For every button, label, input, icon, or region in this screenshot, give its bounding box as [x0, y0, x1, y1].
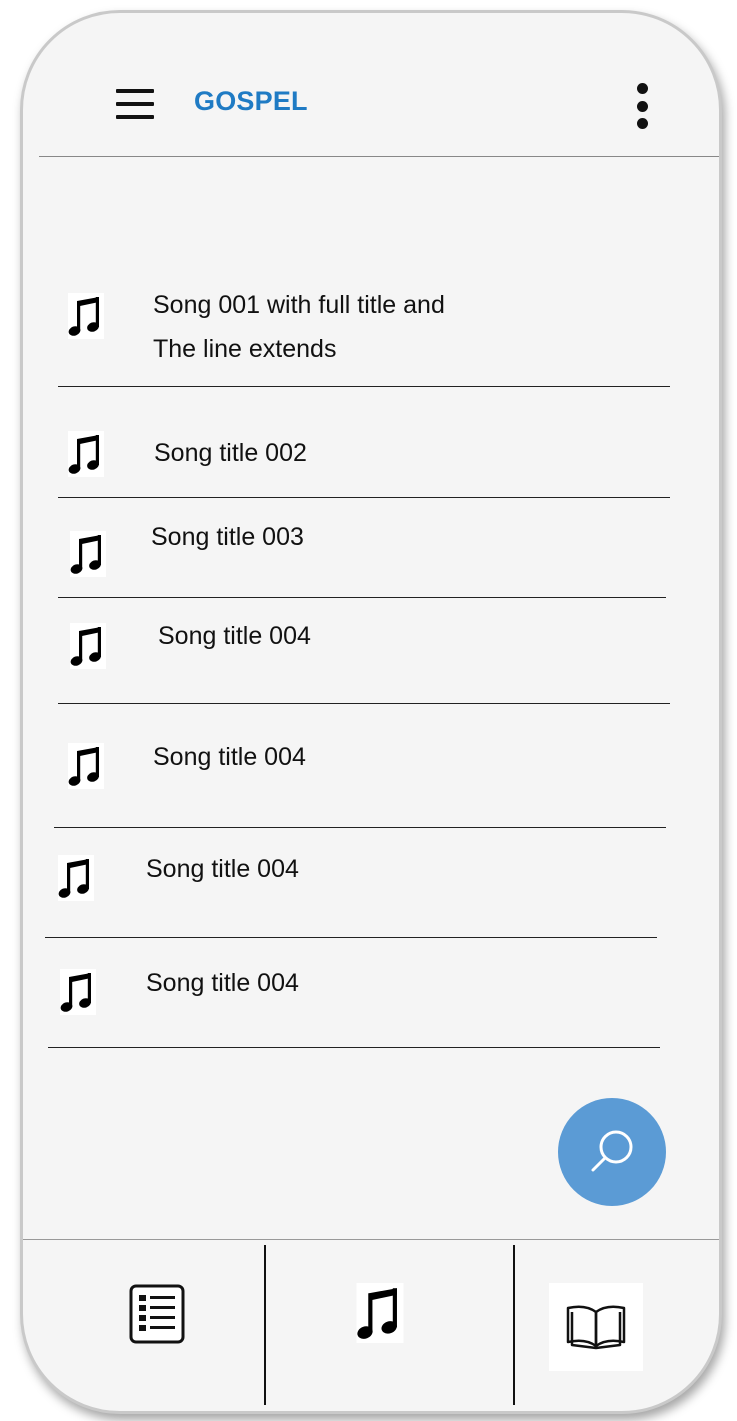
bible-nav-button[interactable]: [549, 1283, 643, 1371]
song-title: Song 001 with full title and: [153, 291, 445, 319]
search-button[interactable]: [558, 1098, 666, 1206]
music-note-icon: [68, 743, 104, 789]
song-title: Song title 004: [153, 743, 306, 771]
row-divider: [58, 497, 670, 498]
more-vertical-icon[interactable]: [630, 83, 654, 129]
hamburger-menu-icon[interactable]: [116, 85, 154, 123]
row-divider: [54, 827, 666, 828]
search-icon: [591, 1130, 633, 1172]
music-note-icon: [60, 969, 96, 1015]
phone-frame: GOSPEL Song 001 with full title and The …: [20, 10, 722, 1414]
music-note-icon: [68, 431, 104, 477]
music-note-icon[interactable]: [356, 1283, 404, 1343]
app-bar-divider: [39, 156, 719, 157]
bottom-nav-separator: [513, 1245, 515, 1405]
row-divider: [48, 1047, 660, 1048]
music-note-icon: [68, 293, 104, 339]
song-title: Song title 002: [154, 439, 307, 467]
row-divider: [58, 386, 670, 387]
list-icon[interactable]: [128, 1283, 186, 1345]
song-title: Song title 004: [146, 855, 299, 883]
book-icon: [566, 1305, 626, 1350]
bottom-nav-separator: [264, 1245, 266, 1405]
bottom-nav-divider: [23, 1239, 719, 1240]
song-title: Song title 004: [146, 969, 299, 997]
row-divider: [45, 937, 657, 938]
music-note-icon: [70, 531, 106, 577]
row-divider: [58, 597, 666, 598]
music-note-icon: [58, 855, 94, 901]
music-note-icon: [70, 623, 106, 669]
song-title: Song title 003: [151, 523, 304, 551]
row-divider: [58, 703, 670, 704]
song-title: Song title 004: [158, 622, 311, 650]
app-title: GOSPEL: [194, 86, 308, 116]
song-title-line-2: The line extends: [153, 335, 337, 363]
